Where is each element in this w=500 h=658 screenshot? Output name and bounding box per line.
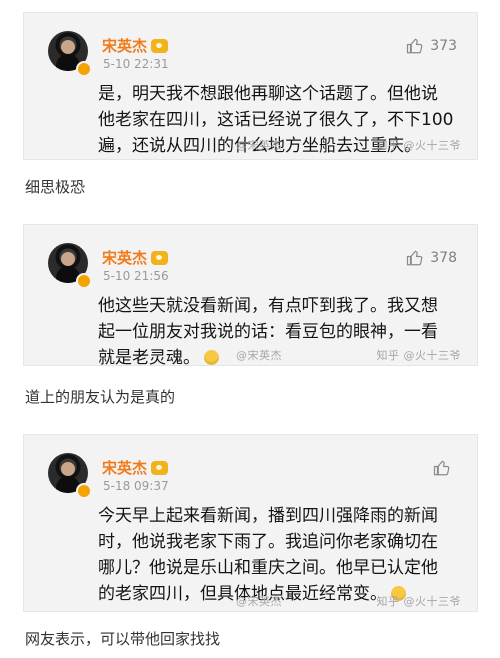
like-count: 378	[430, 250, 457, 266]
vip-badge-icon	[151, 250, 169, 265]
weibo-watermark: @宋英杰	[236, 595, 282, 608]
author-name[interactable]: 宋英杰	[102, 35, 147, 56]
post-text-line: 他这些天就没看新闻，有点吓到我了。我又想	[98, 296, 438, 316]
post-time: 5-18 09:37	[103, 479, 169, 493]
weibo-post-card: 宋英杰 5-10 21:56 378 他这些天就没看新闻，有点吓到我了。我又想 …	[23, 224, 478, 368]
like-button[interactable]	[433, 459, 457, 477]
thumbs-up-icon	[433, 460, 450, 476]
post-text-line: 起一位朋友对我说的话：看豆包的眼神，一看	[98, 322, 438, 342]
zhihu-watermark: 知乎 @火十三爷	[376, 595, 461, 608]
weibo-post-card: 宋英杰 5-10 22:31 373 是，明天我不想跟他再聊这个话题了。但他说 …	[23, 12, 478, 160]
thumbs-up-icon	[407, 250, 423, 266]
screenshot-page: 宋英杰 5-10 22:31 373 是，明天我不想跟他再聊这个话题了。但他说 …	[0, 0, 500, 658]
author-name-row[interactable]: 宋英杰	[102, 35, 169, 56]
weibo-post-card: 宋英杰 5-18 09:37 今天早上起来看新闻，播到四川强降雨的新闻 时，他说…	[23, 434, 478, 612]
caption: 道上的朋友认为是真的	[25, 388, 176, 406]
like-button[interactable]: 378	[406, 249, 457, 267]
caption: 细思极恐	[25, 178, 86, 196]
caption: 网友表示，可以带他回家找找	[25, 630, 221, 648]
verified-badge-icon	[76, 273, 92, 289]
author-name-row[interactable]: 宋英杰	[102, 247, 169, 268]
author-name-row[interactable]: 宋英杰	[102, 457, 169, 478]
post-text-line: 哪儿？他说是乐山和重庆之间。他早已认定他	[98, 558, 438, 578]
verified-badge-icon	[76, 61, 92, 77]
weibo-watermark: @宋英杰	[236, 139, 282, 152]
post-text: 今天早上起来看新闻，播到四川强降雨的新闻 时，他说我老家下雨了。我追问你老家确切…	[98, 503, 456, 607]
author-name[interactable]: 宋英杰	[102, 247, 147, 268]
post-time: 5-10 21:56	[103, 269, 169, 283]
weibo-watermark: @宋英杰	[236, 349, 282, 362]
vip-badge-icon	[151, 38, 169, 53]
post-text-line: 时，他说我老家下雨了。我追问你老家确切在	[98, 532, 438, 552]
verified-badge-icon	[76, 483, 92, 499]
post-text-segment: 就是老灵魂。	[98, 348, 200, 368]
post-text-line: 他老家在四川，这话已经说了很久了，不下100	[98, 110, 454, 130]
emoji-icon	[204, 350, 219, 365]
like-count: 373	[430, 38, 457, 54]
thumbs-up-icon	[407, 38, 423, 54]
zhihu-watermark: 知乎 @火十三爷	[376, 139, 461, 152]
author-name[interactable]: 宋英杰	[102, 457, 147, 478]
post-time: 5-10 22:31	[103, 57, 169, 71]
like-button[interactable]: 373	[406, 37, 457, 55]
vip-badge-icon	[151, 460, 169, 475]
post-text-line: 今天早上起来看新闻，播到四川强降雨的新闻	[98, 506, 438, 526]
zhihu-watermark: 知乎 @火十三爷	[376, 349, 461, 362]
post-text-line: 是，明天我不想跟他再聊这个话题了。但他说	[98, 84, 438, 104]
